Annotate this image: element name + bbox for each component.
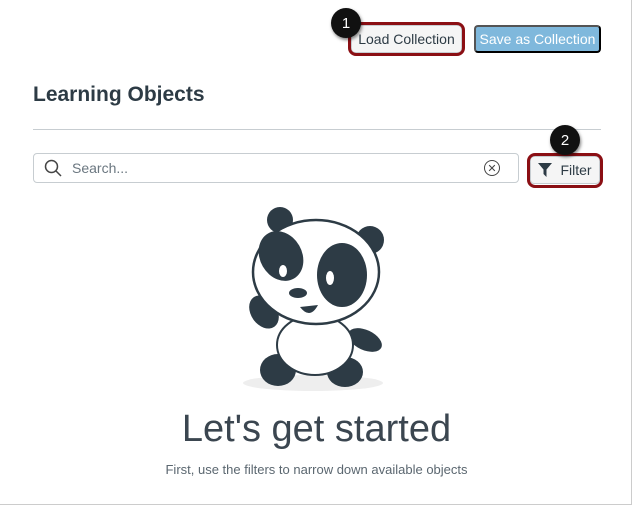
empty-state-subtitle: First, use the filters to narrow down av…: [165, 462, 468, 477]
empty-state-title: Let's get started: [181, 408, 452, 450]
